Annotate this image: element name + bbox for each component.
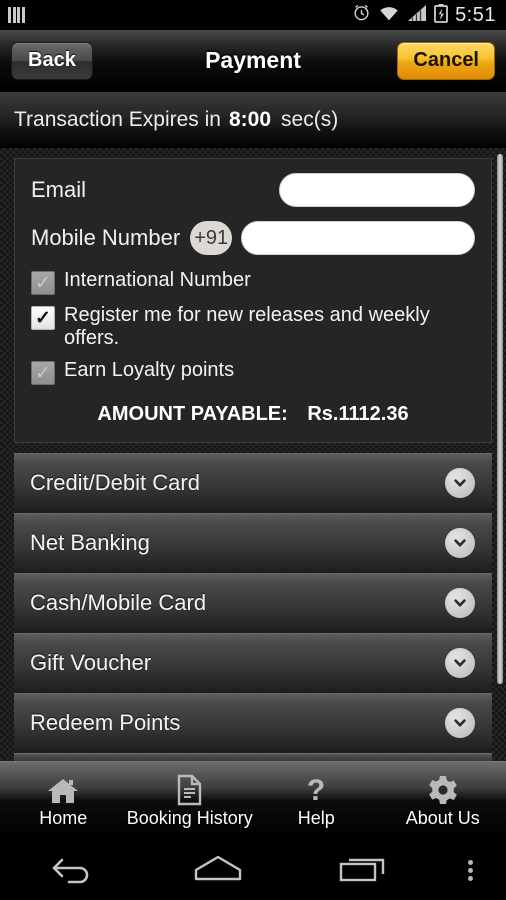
transaction-expiry-bar: Transaction Expires in 8:00 sec(s) [0,92,506,148]
expiry-timer: 8:00 [228,108,272,131]
cellular-signal-icon [407,4,427,27]
title-bar: Back Payment Cancel [0,30,506,92]
status-bar-left [8,7,25,23]
payment-method-credit-debit-card[interactable]: Credit/Debit Card [14,453,492,513]
back-arrow-icon [49,852,97,889]
status-bar-right: 5:51 [352,3,496,28]
chevron-down-icon[interactable] [445,588,475,619]
chevron-down-icon[interactable] [445,648,475,679]
nav-overflow-button[interactable] [436,857,506,884]
payment-method-partial-row[interactable] [14,753,492,761]
mobile-number-input[interactable] [241,221,475,255]
android-navigation-bar [0,839,506,900]
gear-icon [427,772,459,806]
tab-about-us[interactable]: About Us [380,762,506,839]
country-code-badge[interactable]: +91 [190,221,233,255]
tab-about-us-label: About Us [405,808,480,828]
mobile-number-label: Mobile Number [31,225,181,250]
alarm-icon [352,3,371,27]
email-row: Email [31,173,475,207]
signal-bars-icon [8,7,25,23]
email-label: Email [31,177,87,202]
payment-method-label: Net Banking [30,530,150,556]
payment-method-label: Gift Voucher [30,650,152,676]
phone-screen: 5:51 Back Payment Cancel Transaction Exp… [0,0,506,900]
email-input[interactable] [279,173,475,207]
chevron-down-icon[interactable] [445,528,475,559]
checkbox-row-register[interactable]: ✓ Register me for new releases and weekl… [31,304,475,350]
wifi-icon [378,4,400,27]
status-bar-clock: 5:51 [455,3,496,26]
payment-method-label: Credit/Debit Card [30,470,200,496]
tab-help[interactable]: ? Help [253,762,380,839]
back-button[interactable]: Back [11,41,93,80]
payment-method-gift-voucher[interactable]: Gift Voucher [14,633,492,693]
payment-method-redeem-points[interactable]: Redeem Points [14,693,492,753]
international-number-label: International Number [64,269,251,291]
amount-payable-label: AMOUNT PAYABLE: [97,403,288,426]
status-bar: 5:51 [0,0,506,30]
nav-home-button[interactable] [145,852,290,889]
nav-back-button[interactable] [0,852,145,889]
vertical-scrollbar[interactable] [497,154,503,684]
payment-method-cash-mobile-card[interactable]: Cash/Mobile Card [14,573,492,633]
customer-details-card: Email Mobile Number +91 ✓ International … [14,158,492,444]
earn-loyalty-points-checkbox[interactable]: ✓ [31,361,55,386]
overflow-menu-icon [468,857,474,884]
document-icon [175,772,205,806]
question-mark-icon: ? [303,772,329,806]
expiry-unit-label: sec(s) [281,108,339,131]
svg-text:?: ? [307,774,325,806]
payment-method-label: Redeem Points [30,710,181,736]
tab-home[interactable]: Home [0,762,127,839]
battery-charging-icon [434,3,448,28]
tab-help-label: Help [297,808,335,828]
checkbox-row-international[interactable]: ✓ International Number [31,269,475,295]
tab-booking-history[interactable]: Booking History [127,762,254,839]
cancel-button[interactable]: Cancel [397,41,495,80]
checkbox-row-loyalty[interactable]: ✓ Earn Loyalty points [31,359,475,386]
home-pentagon-icon [190,852,246,889]
expiry-prefix-label: Transaction Expires in [14,108,221,131]
register-offers-checkbox[interactable]: ✓ [31,306,55,330]
amount-payable-row: AMOUNT PAYABLE: Rs.1112.36 [31,403,475,426]
chevron-down-icon[interactable] [445,708,475,739]
home-icon [46,772,80,806]
bottom-tab-bar: Home Booking History ? Help About Us [0,761,506,839]
mobile-row: Mobile Number +91 [31,221,475,255]
chevron-down-icon[interactable] [445,468,475,499]
tab-booking-history-label: Booking History [126,808,253,828]
register-offers-label: Register me for new releases and weekly … [64,304,430,350]
tab-home-label: Home [39,808,88,828]
payment-method-net-banking[interactable]: Net Banking [14,513,492,573]
payment-method-label: Cash/Mobile Card [30,590,207,616]
nav-recents-button[interactable] [291,852,436,889]
payment-methods-list: Credit/Debit Card Net Banking Cash/Mobil… [14,453,492,761]
amount-payable-value: Rs.1112.36 [307,403,409,426]
payment-scroll-area[interactable]: Email Mobile Number +91 ✓ International … [0,148,506,761]
recents-icon [337,852,389,889]
earn-loyalty-points-label: Earn Loyalty points [64,359,235,382]
international-number-checkbox[interactable]: ✓ [31,271,55,295]
